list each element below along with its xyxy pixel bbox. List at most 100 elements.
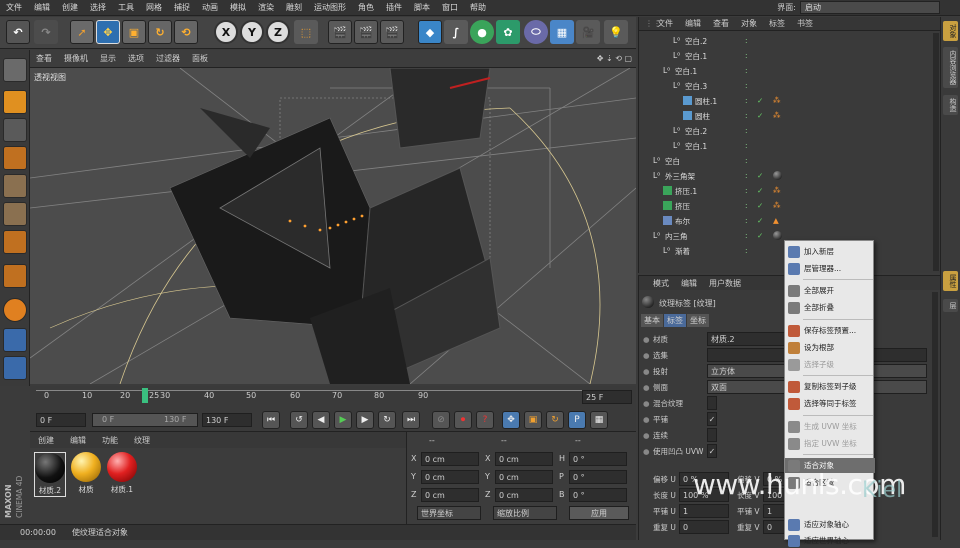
enabled-check-icon[interactable]: ✓ <box>757 111 766 120</box>
visibility-dots[interactable]: : <box>745 111 754 120</box>
menu-character[interactable]: 角色 <box>352 2 380 13</box>
menu-simulate[interactable]: 模拟 <box>224 2 252 13</box>
animate-dot-icon[interactable]: ● <box>643 415 650 424</box>
axis-z-button[interactable]: Z <box>266 20 290 44</box>
subdivision-icon[interactable]: ● <box>470 20 494 44</box>
enabled-check-icon[interactable]: ✓ <box>757 216 766 225</box>
attr-num-field[interactable]: 1 <box>679 504 729 518</box>
locked-workplane-icon[interactable] <box>3 356 27 380</box>
context-menu-item[interactable]: 适应对象轴心 <box>785 517 875 532</box>
timeline-ruler[interactable]: 0 10 20 25 30 40 50 60 70 80 90 25 F <box>30 386 636 408</box>
render-settings-icon[interactable]: 🎬 <box>380 20 404 44</box>
key-param-icon[interactable]: P <box>568 411 586 429</box>
coord-field[interactable]: 0 cm <box>495 488 553 502</box>
coord-field[interactable]: 0 cm <box>421 488 479 502</box>
object-row[interactable]: L⁰ 空白.1: <box>639 138 941 153</box>
object-row[interactable]: L⁰ 外三角架: ✓ <box>639 168 941 183</box>
goto-end-icon[interactable]: ⏭ <box>402 411 420 429</box>
texture-mode-icon[interactable] <box>3 118 27 142</box>
vp-menu-panel[interactable]: 面板 <box>186 53 214 64</box>
vp-menu-camera[interactable]: 摄像机 <box>58 53 94 64</box>
record-icon[interactable]: ⊘ <box>432 411 450 429</box>
object-row[interactable]: L⁰ 空白.2: <box>639 33 941 48</box>
coord-space-select[interactable]: 世界坐标 <box>417 506 481 520</box>
tab-attributes[interactable]: 属性 <box>943 271 958 291</box>
attr-scrollbar[interactable] <box>932 292 938 537</box>
vp-menu-filter[interactable]: 过滤器 <box>150 53 186 64</box>
scale-icon[interactable]: ▣ <box>122 20 146 44</box>
rotate-icon[interactable]: ↻ <box>148 20 172 44</box>
menu-animate[interactable]: 动画 <box>196 2 224 13</box>
obj-menu-file[interactable]: 文件 <box>651 18 679 29</box>
texture-tag-icon[interactable] <box>773 231 782 240</box>
context-menu-item[interactable]: 指定 UVW 坐标 <box>785 436 875 451</box>
object-row[interactable]: 挤压: ✓ ⁂ <box>639 198 941 213</box>
snap-icon[interactable] <box>3 298 27 322</box>
visibility-dots[interactable]: : <box>745 156 754 165</box>
visibility-dots[interactable]: : <box>745 246 754 255</box>
menu-plugins[interactable]: 插件 <box>380 2 408 13</box>
context-menu-item[interactable]: 全部展开 <box>785 283 875 298</box>
context-menu-item[interactable]: 生成 UVW 坐标 <box>785 419 875 434</box>
context-menu-item[interactable]: 保存标签预置... <box>785 323 875 338</box>
context-menu-item[interactable]: 适应世界轴心 <box>785 533 875 548</box>
attr-tab-coord[interactable]: 坐标 <box>687 314 709 327</box>
model-mode-icon[interactable] <box>3 90 27 114</box>
array-icon[interactable]: ✿ <box>496 20 520 44</box>
visibility-dots[interactable]: : <box>745 201 754 210</box>
visibility-dots[interactable]: : <box>745 171 754 180</box>
coord-field[interactable]: 0 ° <box>569 488 627 502</box>
current-frame-field[interactable]: 25 F <box>582 390 632 404</box>
coordinate-system-icon[interactable]: ⬚ <box>294 20 318 44</box>
visibility-dots[interactable]: : <box>745 126 754 135</box>
render-view-icon[interactable]: 🎬 <box>328 20 352 44</box>
visibility-dots[interactable]: : <box>745 66 754 75</box>
goto-start-icon[interactable]: ⏮ <box>262 411 280 429</box>
visibility-dots[interactable]: : <box>745 81 754 90</box>
tab-structure[interactable]: 构造 <box>943 95 958 115</box>
object-row[interactable]: 圆柱: ✓ ⁂ <box>639 108 941 123</box>
attr-tab-basic[interactable]: 基本 <box>641 314 663 327</box>
object-row[interactable]: 挤压.1: ✓ ⁂ <box>639 183 941 198</box>
context-menu-item[interactable]: 设为根部 <box>785 340 875 355</box>
attr-checkbox[interactable]: ✓ <box>707 444 717 458</box>
attr-value-field[interactable]: 材质.2 <box>707 332 787 346</box>
render-picture-viewer-icon[interactable]: 🎬 <box>354 20 378 44</box>
mat-menu-edit[interactable]: 编辑 <box>62 435 94 446</box>
light-icon[interactable]: 💡 <box>604 20 628 44</box>
object-row[interactable]: L⁰ 空白.1: <box>639 63 941 78</box>
prev-key-icon[interactable]: ↺ <box>290 411 308 429</box>
recent-tool-icon[interactable]: ⟲ <box>174 20 198 44</box>
object-scrollbar[interactable] <box>933 33 939 271</box>
texture-tag-icon[interactable] <box>773 171 782 180</box>
attr-checkbox[interactable] <box>707 396 717 410</box>
attr-num-field[interactable]: 0 <box>679 520 729 534</box>
tab-layers[interactable]: 层 <box>943 299 958 312</box>
autokey-icon[interactable]: ⏺ <box>454 411 472 429</box>
enabled-check-icon[interactable]: ✓ <box>757 186 766 195</box>
material-swatch[interactable]: 材质 <box>70 452 102 495</box>
obj-menu-object[interactable]: 对象 <box>735 18 763 29</box>
phong-tag-icon[interactable]: ⁂ <box>773 96 782 105</box>
vp-menu-options[interactable]: 选项 <box>122 53 150 64</box>
visibility-dots[interactable]: : <box>745 51 754 60</box>
menu-script[interactable]: 脚本 <box>408 2 436 13</box>
prev-frame-icon[interactable]: ◀ <box>312 411 330 429</box>
vp-menu-display[interactable]: 显示 <box>94 53 122 64</box>
live-select-icon[interactable]: ➚ <box>70 20 94 44</box>
undo-icon[interactable]: ↶ <box>6 20 30 44</box>
menu-file[interactable]: 文件 <box>0 2 28 13</box>
coord-field[interactable]: 0 ° <box>569 452 627 466</box>
animate-dot-icon[interactable]: ● <box>643 335 650 344</box>
coord-field[interactable]: 0 ° <box>569 470 627 484</box>
workplane-icon[interactable] <box>3 146 27 170</box>
mat-menu-texture[interactable]: 纹理 <box>126 435 158 446</box>
obj-menu-tag[interactable]: 标签 <box>763 18 791 29</box>
menu-mograph[interactable]: 运动图形 <box>308 2 352 13</box>
vp-menu-view[interactable]: 查看 <box>30 53 58 64</box>
menu-sculpt[interactable]: 雕刻 <box>280 2 308 13</box>
next-key-icon[interactable]: ↻ <box>378 411 396 429</box>
context-menu-item[interactable]: 选择子级 <box>785 357 875 372</box>
visibility-dots[interactable]: : <box>745 96 754 105</box>
object-row[interactable]: L⁰ 空白.1: <box>639 48 941 63</box>
